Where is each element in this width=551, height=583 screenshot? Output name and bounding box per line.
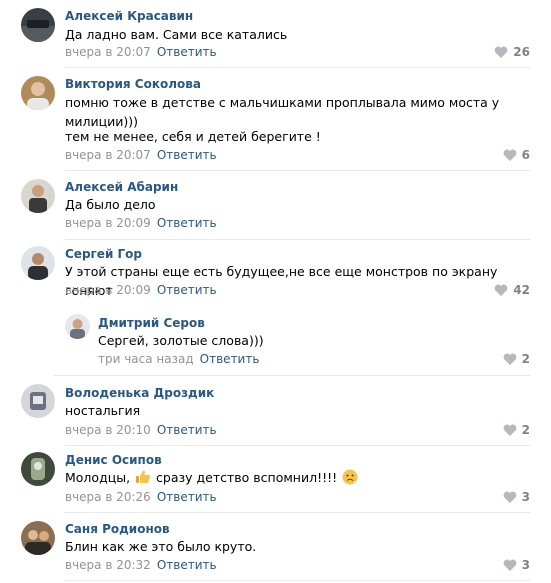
comment-time[interactable]: вчера в 20:09 — [65, 283, 151, 297]
comment-time[interactable]: вчера в 20:07 — [65, 45, 151, 59]
comment-author[interactable]: Алексей Красавин — [65, 9, 193, 23]
comment-meta: вчера в 20:07 Ответить — [65, 148, 217, 162]
like-button[interactable]: 3 — [503, 490, 530, 504]
heart-icon — [494, 284, 508, 296]
comment: Денис Осипов Молодцы, сразу детство вспо… — [0, 448, 551, 515]
comment-author[interactable]: Сергей Гор — [65, 247, 142, 261]
separator — [65, 239, 530, 240]
separator — [65, 512, 530, 513]
avatar[interactable] — [65, 314, 90, 339]
reply-button[interactable]: Ответить — [157, 490, 217, 504]
comment: Володенька Дроздик ностальгия вчера в 20… — [0, 378, 551, 448]
avatar[interactable] — [21, 179, 55, 213]
like-button[interactable]: 2 — [503, 352, 530, 366]
heart-icon — [503, 559, 517, 571]
comment-author[interactable]: Виктория Соколова — [65, 77, 201, 91]
comment-meta: вчера в 20:26 Ответить — [65, 490, 217, 504]
like-count: 6 — [521, 148, 530, 162]
comment-time[interactable]: вчера в 20:07 — [65, 148, 151, 162]
comment-text: помню тоже в детстве с мальчишками пропл… — [65, 95, 500, 129]
separator — [65, 67, 530, 68]
reply-button[interactable]: Ответить — [157, 148, 217, 162]
avatar[interactable] — [21, 521, 55, 555]
comment-text-end: сразу детство вспомнил!!!! — [156, 470, 338, 485]
comment-author[interactable]: Володенька Дроздик — [65, 386, 214, 400]
comment-text: Молодцы, сразу детство вспомнил!!!! — [65, 468, 521, 487]
comment: Алексей Красавин Да ладно вам. Сами все … — [0, 0, 551, 72]
comment-author[interactable]: Денис Осипов — [65, 453, 162, 467]
comment-text: Блин как же это было круто. — [65, 539, 257, 554]
comment-text: ностальгия — [65, 403, 141, 418]
comment-time[interactable]: вчера в 20:26 — [65, 490, 151, 504]
separator — [65, 170, 530, 171]
comment-author[interactable]: Дмитрий Серов — [98, 316, 205, 330]
comment-meta: вчера в 20:10 Ответить — [65, 423, 217, 437]
comment-time[interactable]: вчера в 20:32 — [65, 558, 151, 572]
like-button[interactable]: 2 — [503, 423, 530, 437]
like-button[interactable]: 26 — [494, 45, 530, 59]
heart-icon — [503, 149, 517, 161]
reply-button[interactable]: Ответить — [157, 558, 217, 572]
like-count: 42 — [513, 283, 530, 297]
comment-author[interactable]: Саня Родионов — [65, 522, 170, 536]
comment-meta: три часа назад Ответить — [98, 352, 259, 366]
separator — [54, 375, 530, 376]
heart-icon — [494, 46, 508, 58]
reply-button[interactable]: Ответить — [157, 216, 217, 230]
comment-text: Да ладно вам. Сами все катались — [65, 27, 288, 42]
heart-icon — [503, 353, 517, 365]
comment-text: Да было дело — [65, 197, 156, 212]
sad-face-emoji — [342, 469, 358, 485]
heart-icon — [503, 491, 517, 503]
like-button[interactable]: 42 — [494, 283, 530, 297]
avatar[interactable] — [21, 384, 55, 418]
reply-button[interactable]: Ответить — [157, 283, 217, 297]
avatar[interactable] — [21, 8, 55, 42]
comment-meta: вчера в 20:07 Ответить — [65, 45, 217, 59]
like-count: 26 — [513, 45, 530, 59]
like-count: 3 — [521, 558, 530, 572]
comment-text-start: Молодцы, — [65, 470, 131, 485]
heart-icon — [503, 424, 517, 436]
like-button[interactable]: 3 — [503, 558, 530, 572]
comment-text-line2: тем не менее, себя и детей берегите ! — [65, 129, 321, 144]
separator — [65, 445, 530, 446]
separator — [65, 580, 530, 581]
comment-text: Сергей, золотые слова))) — [98, 333, 264, 348]
avatar[interactable] — [21, 76, 55, 110]
reply-button[interactable]: Ответить — [200, 352, 260, 366]
comment-reply: Дмитрий Серов Сергей, золотые слова))) т… — [44, 302, 551, 378]
comment: Виктория Соколова помню тоже в детстве с… — [0, 72, 551, 176]
comment-author[interactable]: Алексей Абарин — [65, 180, 178, 194]
like-count: 2 — [521, 352, 530, 366]
comment-time[interactable]: вчера в 20:09 — [65, 216, 151, 230]
reply-button[interactable]: Ответить — [157, 45, 217, 59]
like-button[interactable]: 6 — [503, 148, 530, 162]
comment-meta: вчера в 20:09 Ответить — [65, 216, 217, 230]
comment: Сергей Гор У этой страны еще есть будуще… — [0, 242, 551, 302]
comment-time[interactable]: три часа назад — [98, 352, 194, 366]
like-count: 2 — [521, 423, 530, 437]
avatar[interactable] — [21, 452, 55, 486]
comments-thread: Алексей Красавин Да ладно вам. Сами все … — [0, 0, 551, 583]
comment-meta: вчера в 20:09 Ответить — [65, 283, 217, 297]
comment-time[interactable]: вчера в 20:10 — [65, 423, 151, 437]
comment: Саня Родионов Блин как же это было круто… — [0, 515, 551, 583]
reply-button[interactable]: Ответить — [157, 423, 217, 437]
comment: Алексей Абарин Да было дело вчера в 20:0… — [0, 176, 551, 242]
like-count: 3 — [521, 490, 530, 504]
thumbs-up-emoji — [136, 470, 151, 483]
comment-meta: вчера в 20:32 Ответить — [65, 558, 217, 572]
avatar[interactable] — [21, 246, 55, 280]
